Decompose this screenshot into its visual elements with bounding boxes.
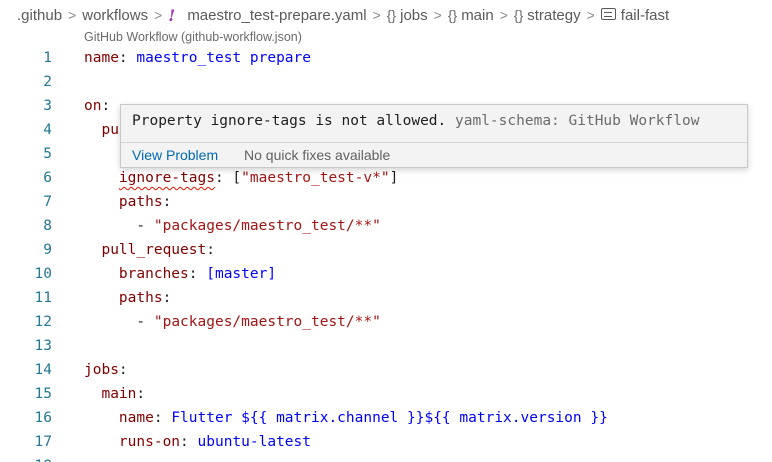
line-number: 3 [43, 98, 52, 114]
breadcrumb-item-file[interactable]: maestro_test-prepare.yaml [187, 7, 366, 24]
hover-diagnostic-widget: Property ignore-tags is not allowed. yam… [120, 104, 748, 168]
code-line[interactable]: 9 pull_request: [0, 238, 772, 262]
chevron-right-icon: > [499, 7, 508, 23]
line-number: 15 [34, 386, 52, 402]
code-line[interactable]: 2 [0, 70, 772, 94]
yaml-file-icon: ! [168, 5, 176, 25]
code-text: paths: [118, 194, 172, 210]
breadcrumb-item-fail-fast[interactable]: fail-fast [621, 7, 669, 24]
breadcrumb-item-main[interactable]: main [461, 7, 494, 24]
code-text: runs-on: ubuntu-latest [118, 434, 311, 450]
code-text: main: [101, 386, 146, 402]
code-text: branches: [master] [118, 266, 277, 282]
view-problem-link[interactable]: View Problem [132, 143, 218, 168]
hover-actions: View Problem No quick fixes available [121, 143, 747, 168]
breadcrumb-item-github[interactable]: .github [17, 7, 62, 24]
hover-message-row: Property ignore-tags is not allowed. yam… [132, 113, 699, 129]
code-line[interactable]: 15 main: [0, 382, 772, 406]
chevron-right-icon: > [433, 7, 442, 23]
object-braces-icon: {} [447, 7, 458, 23]
breadcrumb-item-workflows[interactable]: workflows [82, 7, 148, 24]
code-line[interactable]: 12 - "packages/maestro_test/**" [0, 310, 772, 334]
code-line[interactable]: 10 branches: [master] [0, 262, 772, 286]
line-number: 13 [34, 338, 52, 354]
code-line[interactable]: 7 paths: [0, 190, 772, 214]
line-number: 12 [34, 314, 52, 330]
code-line[interactable]: 8 - "packages/maestro_test/**" [0, 214, 772, 238]
schema-hint[interactable]: GitHub Workflow (github-workflow.json) [84, 30, 302, 44]
object-braces-icon: {} [386, 7, 397, 23]
no-quick-fixes-label: No quick fixes available [244, 147, 391, 163]
hover-message: Property ignore-tags is not allowed. [132, 113, 447, 129]
line-number: 11 [34, 290, 52, 306]
chevron-right-icon: > [154, 7, 163, 23]
code-text: - "packages/maestro_test/**" [136, 314, 381, 330]
line-number: 5 [43, 146, 52, 162]
code-line[interactable]: 1 name: maestro_test prepare [0, 46, 772, 70]
code-text: name: maestro_test prepare [84, 50, 311, 66]
line-number: 18 [0, 454, 52, 462]
line-number: 17 [34, 434, 52, 450]
code-text: ignore-tags: ["maestro_test-v*"] [118, 170, 399, 186]
boolean-field-icon [600, 8, 616, 20]
code-text: - "packages/maestro_test/**" [136, 218, 381, 234]
code-line[interactable]: 13 [0, 334, 772, 358]
line-number: 10 [34, 266, 52, 282]
line-number: 16 [34, 410, 52, 426]
chevron-right-icon: > [68, 7, 77, 23]
line-number: 14 [34, 362, 52, 378]
chevron-right-icon: > [372, 7, 381, 23]
line-number: 8 [43, 218, 52, 234]
code-text: paths: [118, 290, 172, 306]
code-line[interactable]: 11 paths: [0, 286, 772, 310]
line-number: 9 [43, 242, 52, 258]
line-number: 1 [43, 50, 52, 66]
code-text: pu [84, 122, 119, 138]
breadcrumb-item-strategy[interactable]: strategy [527, 7, 580, 24]
line-number: 7 [43, 194, 52, 210]
code-line[interactable]: 14 jobs: [0, 358, 772, 382]
line-number: 6 [43, 170, 52, 186]
code-line[interactable]: 16 name: Flutter ${{ matrix.channel }}${… [0, 406, 772, 430]
line-number: 2 [43, 74, 52, 90]
hover-source: yaml-schema: GitHub Workflow [455, 113, 700, 129]
line-number: 4 [43, 122, 52, 138]
object-braces-icon: {} [513, 7, 524, 23]
code-text: jobs: [84, 362, 128, 378]
chevron-right-icon: > [586, 7, 595, 23]
code-text: pull_request: [101, 242, 215, 258]
code-line[interactable]: 6 ignore-tags: ["maestro_test-v*"] [0, 166, 772, 190]
code-line[interactable]: 18 [0, 454, 772, 462]
breadcrumb: .github > workflows > ! maestro_test-pre… [0, 0, 772, 30]
breadcrumb-item-jobs[interactable]: jobs [400, 7, 428, 24]
code-text: name: Flutter ${{ matrix.channel }}${{ m… [118, 410, 608, 426]
code-line[interactable]: 17 runs-on: ubuntu-latest [0, 430, 772, 454]
code-text: on: [84, 98, 111, 114]
